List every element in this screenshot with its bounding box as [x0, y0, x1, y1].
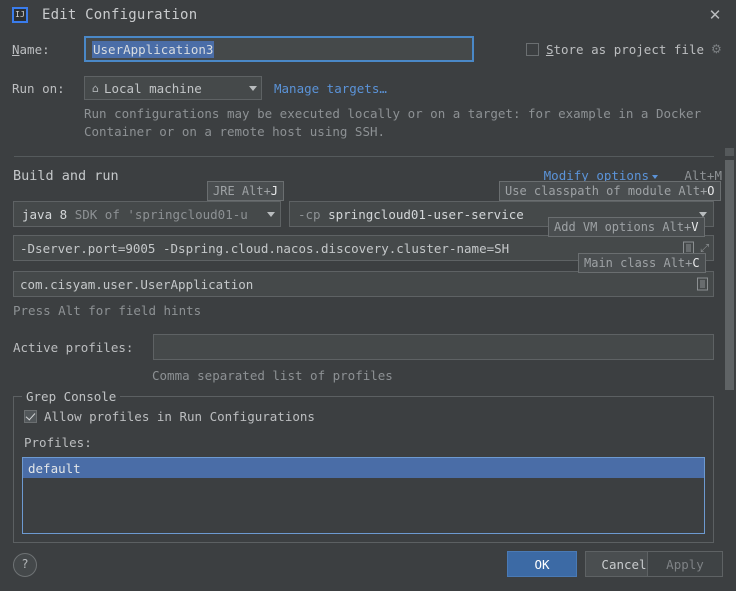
active-profiles-row: Active profiles: — [13, 334, 714, 360]
store-as-project-file-label: Store as project file — [545, 41, 704, 57]
vm-options-value: -Dserver.port=9005 -Dspring.cloud.nacos.… — [20, 240, 510, 256]
active-profiles-label: Active profiles: — [13, 339, 134, 355]
grep-console-group: Grep Console Allow profiles in Run Confi… — [13, 389, 714, 543]
jre-hint: JRE Alt+J — [207, 181, 285, 201]
run-on-target-combo[interactable]: ⌂ Local machine — [84, 76, 262, 100]
main-class-hint-key: C — [692, 256, 700, 270]
classpath-hint-key: O — [707, 184, 715, 198]
vm-hint-text: Add VM options Alt+ — [554, 220, 692, 234]
browse-class-icon[interactable] — [697, 277, 708, 291]
main-class-hint: Main class Alt+C — [578, 253, 706, 273]
active-profiles-hint: Comma separated list of profiles — [152, 368, 393, 383]
name-label-rest: ame: — [19, 41, 50, 57]
vm-options-hint: Add VM options Alt+V — [548, 217, 705, 237]
store-as-project-file-checkbox[interactable] — [525, 42, 539, 56]
name-input-value: UserApplication3 — [92, 40, 215, 58]
gear-icon[interactable]: ⚙ — [711, 42, 724, 56]
apply-button[interactable]: Apply — [647, 551, 723, 577]
list-item[interactable]: default — [23, 458, 704, 478]
jre-hint-text: JRE Alt+ — [213, 184, 271, 198]
window-titlebar: Edit Configuration ✕ — [0, 0, 736, 30]
vm-hint-key: V — [691, 220, 699, 234]
scrollbar-thumb[interactable] — [725, 160, 734, 390]
home-icon: ⌂ — [92, 81, 99, 95]
manage-targets-link[interactable]: Manage targets… — [274, 81, 387, 96]
chevron-down-icon — [249, 85, 257, 91]
chevron-down-icon — [699, 211, 707, 217]
dialog-footer: ? OK Cancel Apply — [0, 543, 736, 591]
run-on-row: Run on: ⌂ Local machine Manage targets… — [0, 74, 399, 102]
allow-profiles-checkbox[interactable] — [24, 410, 37, 423]
classpath-hint: Use classpath of module Alt+O — [499, 181, 721, 201]
store-label-rest: tore as project file — [553, 41, 704, 57]
grep-profiles-label: Profiles: — [24, 435, 92, 450]
intellij-idea-logo-icon — [12, 7, 28, 23]
jre-sdk-name: java 8 — [22, 206, 68, 222]
main-class-value: com.cisyam.user.UserApplication — [20, 276, 254, 292]
store-as-project-file-group: Store as project file ⚙ — [525, 34, 724, 64]
list-item-label: default — [28, 460, 81, 476]
active-profiles-input[interactable] — [153, 334, 714, 360]
ok-button[interactable]: OK — [507, 551, 577, 577]
jre-sdk-text: java 8 SDK of 'springcloud01-u — [22, 207, 263, 222]
close-icon[interactable]: ✕ — [706, 6, 724, 24]
chevron-down-icon — [267, 211, 275, 217]
main-class-hint-text: Main class Alt+ — [584, 256, 693, 270]
alt-hints-note: Press Alt for field hints — [13, 303, 202, 318]
name-row: Name: UserApplication3 Store as project … — [0, 34, 736, 64]
expand-icon[interactable]: ⤢ — [700, 243, 709, 254]
grep-profiles-list[interactable]: default — [22, 457, 705, 534]
run-on-label: Run on: — [12, 80, 65, 96]
name-input[interactable]: UserApplication3 — [84, 36, 474, 62]
jre-sdk-description: SDK of 'springcloud01-u — [74, 206, 248, 222]
name-label: Name: — [12, 41, 50, 57]
classpath-prefix: -cp — [298, 206, 321, 222]
jre-hint-key: J — [270, 184, 279, 198]
run-on-description: Run configurations may be executed local… — [84, 106, 702, 139]
help-button[interactable]: ? — [13, 553, 37, 577]
classpath-hint-text: Use classpath of module Alt+ — [505, 184, 708, 198]
allow-profiles-checkbox-row[interactable]: Allow profiles in Run Configurations — [24, 409, 315, 424]
vertical-scrollbar[interactable] — [725, 150, 734, 543]
chevron-down-icon — [652, 174, 658, 179]
classpath-module: springcloud01-user-service — [328, 206, 524, 222]
allow-profiles-label: Allow profiles in Run Configurations — [44, 409, 315, 424]
jre-sdk-combo[interactable]: java 8 SDK of 'springcloud01-u — [13, 201, 281, 227]
window-title: Edit Configuration — [42, 7, 198, 23]
grep-console-legend: Grep Console — [22, 389, 121, 404]
main-class-input[interactable]: com.cisyam.user.UserApplication — [13, 271, 714, 297]
section-divider — [14, 156, 714, 157]
run-on-target-value: Local machine — [103, 80, 202, 96]
build-and-run-title: Build and run — [13, 168, 119, 184]
